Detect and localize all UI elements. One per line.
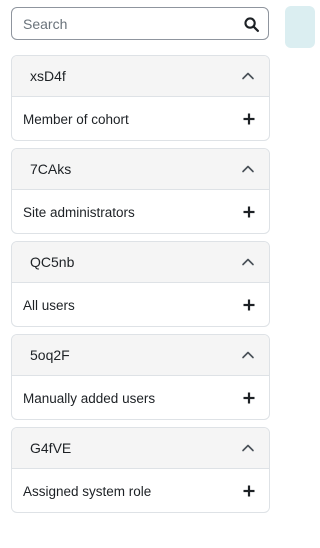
filter-card-title: G4fVE [30,440,72,456]
filter-card-header[interactable]: xsD4f [12,56,269,97]
plus-icon[interactable] [243,299,255,311]
filter-item-label: Site administrators [23,204,135,220]
filter-item-label: Assigned system role [23,483,152,499]
search-input[interactable] [12,8,268,39]
filter-card-title: 7CAks [30,161,72,177]
filter-card-item[interactable]: Site administrators [12,190,269,233]
filter-item-label: Manually added users [23,390,156,406]
filter-card: QC5nb All users [11,241,270,327]
chevron-up-icon[interactable] [241,162,255,176]
plus-icon[interactable] [243,485,255,497]
filter-item-label: All users [23,297,75,313]
filter-card-item[interactable]: All users [12,283,269,326]
filter-card-title: QC5nb [30,254,75,270]
plus-icon[interactable] [243,206,255,218]
chevron-up-icon[interactable] [241,348,255,362]
filter-card: 7CAks Site administrators [11,148,270,234]
filter-card-header[interactable]: 7CAks [12,149,269,190]
search-icon[interactable] [243,16,260,33]
chevron-up-icon[interactable] [241,69,255,83]
filter-cards: xsD4f Member of cohort 7CAks Site admini… [11,55,270,520]
search-box [11,7,269,40]
filter-card-item[interactable]: Manually added users [12,376,269,419]
filter-card: xsD4f Member of cohort [11,55,270,141]
filter-card-title: 5oq2F [30,347,70,363]
chevron-up-icon[interactable] [241,441,255,455]
filter-card: 5oq2F Manually added users [11,334,270,420]
filter-card-item[interactable]: Assigned system role [12,469,269,512]
filter-card-header[interactable]: QC5nb [12,242,269,283]
condition-picker-panel: xsD4f Member of cohort 7CAks [0,0,315,548]
chevron-up-icon[interactable] [241,255,255,269]
filter-card: G4fVE Assigned system role [11,427,270,513]
side-panel-tab[interactable] [285,6,315,48]
filter-card-header[interactable]: 5oq2F [12,335,269,376]
filter-card-item[interactable]: Member of cohort [12,97,269,140]
filter-item-label: Member of cohort [23,111,129,127]
plus-icon[interactable] [243,392,255,404]
filter-card-header[interactable]: G4fVE [12,428,269,469]
plus-icon[interactable] [243,113,255,125]
filter-card-title: xsD4f [30,68,66,84]
